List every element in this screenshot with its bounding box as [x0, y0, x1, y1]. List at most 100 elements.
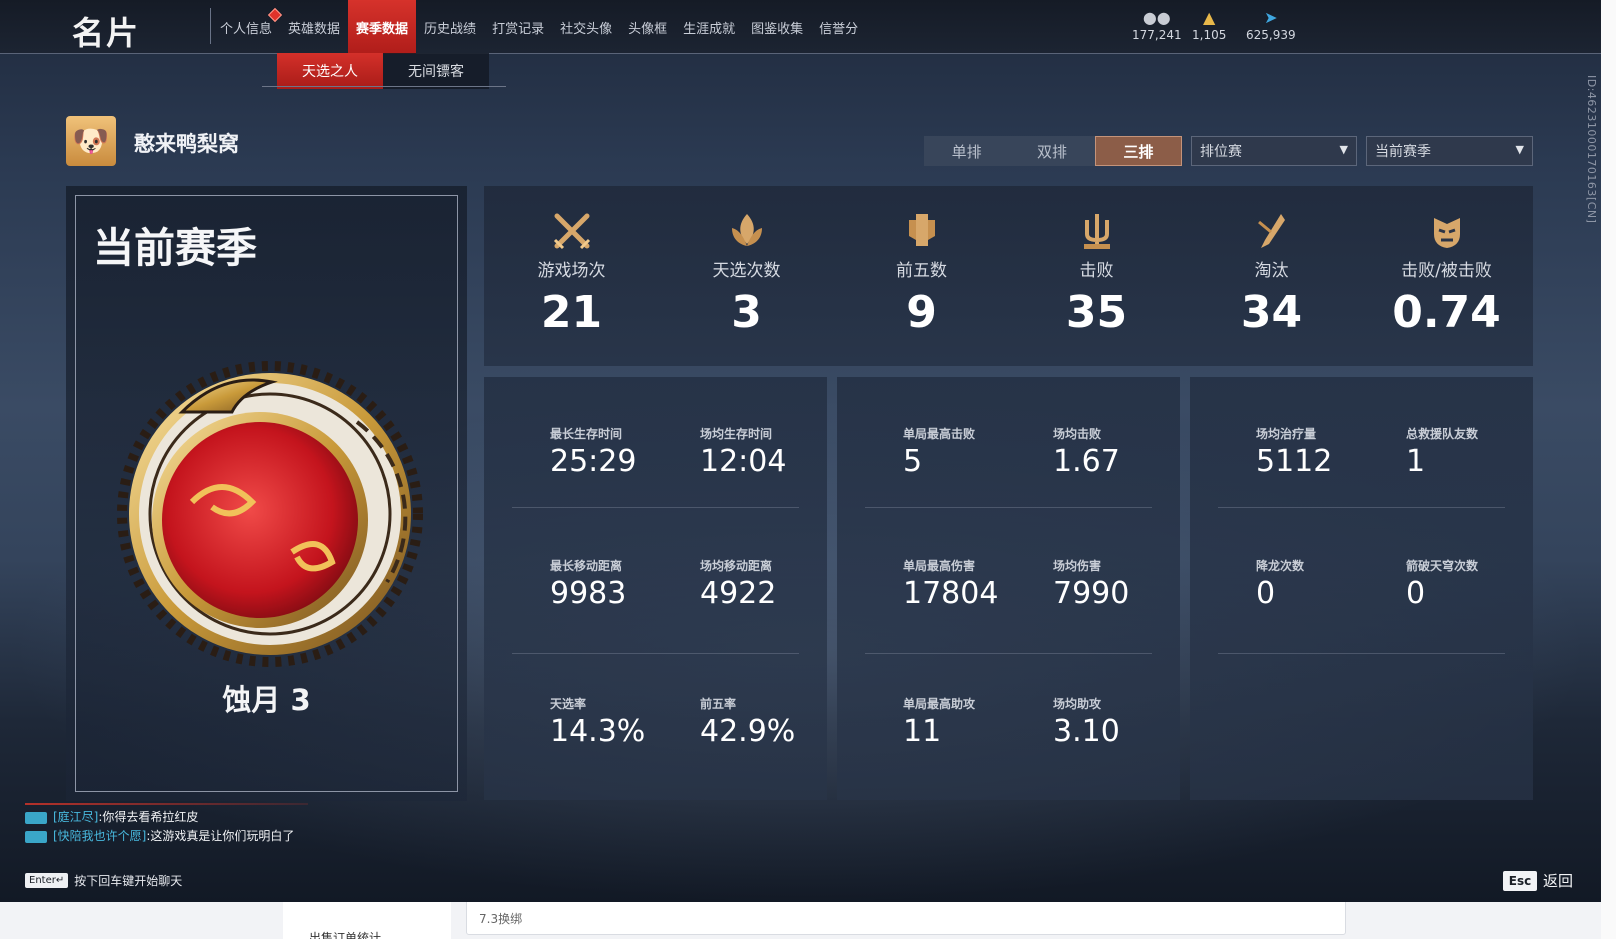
nav-label: 历史战绩 — [424, 21, 477, 37]
subnav-chosen-one[interactable]: 天选之人 — [277, 53, 383, 89]
stat-value: 4922 — [700, 576, 777, 611]
mode-tabs: 单排 双排 三排 — [924, 136, 1182, 166]
stat-longest-survival: 最长生存时间 25:29 — [550, 425, 636, 479]
stat-value: 35 — [1065, 287, 1128, 338]
user-id: ID:46231000170163[CN] — [1585, 75, 1598, 224]
stat-value: 7990 — [1053, 576, 1130, 611]
avatar[interactable]: 🐶 — [66, 116, 116, 166]
stat-value: 34 — [1240, 287, 1303, 338]
esc-key-icon: Esc — [1503, 870, 1537, 891]
nav-item-profile[interactable]: 个人信息 — [212, 0, 283, 54]
divider — [1218, 507, 1505, 508]
match-type-select[interactable]: 排位赛 ▼ — [1191, 136, 1357, 166]
stat-label: 击败 — [1079, 261, 1114, 281]
stat-label: 降龙次数 — [1256, 559, 1305, 573]
stat-total-rescues: 总救援队友数 1 — [1406, 425, 1478, 479]
stat-label: 淘汰 — [1254, 261, 1289, 281]
summary-defeats: 击败 35 — [1009, 210, 1184, 338]
game-window: 名片 个人信息 英雄数据 赛季数据 历史战绩 打赏记录 社交头像 头像框 生涯成… — [0, 0, 1601, 902]
stat-label: 单局最高击败 — [903, 427, 976, 441]
stat-dragon-count: 降龙次数 0 — [1256, 557, 1304, 611]
select-value: 排位赛 — [1200, 144, 1242, 160]
stat-label: 击败/被击败 — [1401, 261, 1492, 281]
stat-avg-damage: 场均伤害 7990 — [1053, 557, 1129, 611]
stat-label: 天选次数 — [712, 261, 781, 281]
stat-max-assists: 单局最高助攻 11 — [903, 695, 975, 749]
tab-label: 单排 — [951, 142, 982, 161]
stat-value: 11 — [903, 714, 942, 749]
broken-blade-icon — [1257, 214, 1285, 248]
nav-item-social-avatar[interactable]: 社交头像 — [552, 0, 620, 54]
season-select[interactable]: 当前赛季 ▼ — [1366, 136, 1533, 166]
stat-label: 场均治疗量 — [1256, 427, 1317, 441]
stat-avg-survival: 场均生存时间 12:04 — [700, 425, 786, 479]
nav-item-credit-score[interactable]: 信誉分 — [811, 0, 866, 54]
tab-solo[interactable]: 单排 — [924, 136, 1009, 166]
stat-label: 最长生存时间 — [550, 427, 623, 441]
feather-icon: ➤ — [1264, 8, 1278, 27]
detail-panel-combat: 单局最高击败 5 场均击败 1.67 单局最高伤害 17804 场均伤害 799… — [837, 377, 1180, 800]
divider — [865, 653, 1152, 654]
chat-message: [快陪我也许个愿]:这游戏真是让你们玩明白了 — [25, 827, 305, 846]
nav-item-collection[interactable]: 图鉴收集 — [743, 0, 811, 54]
stat-avg-healing: 场均治疗量 5112 — [1256, 425, 1332, 479]
sub-nav: 天选之人 无间镖客 — [277, 53, 489, 89]
stat-value: 12:04 — [700, 444, 787, 479]
tab-duo[interactable]: 双排 — [1009, 136, 1094, 166]
stat-label: 场均移动距离 — [700, 559, 773, 573]
divider — [865, 507, 1152, 508]
nav-label: 打赏记录 — [492, 21, 545, 37]
currency-silver: ●● 177,241 — [1132, 8, 1182, 42]
crossed-swords-icon — [553, 213, 590, 250]
stat-value: 0 — [1256, 576, 1276, 611]
tab-trio[interactable]: 三排 — [1094, 136, 1182, 166]
stat-max-kills: 单局最高击败 5 — [903, 425, 975, 479]
stat-label: 天选率 — [550, 697, 587, 711]
stat-value: 14.3% — [550, 714, 646, 749]
chat-sender[interactable]: [庭江尽] — [53, 810, 98, 824]
nav-label: 社交头像 — [560, 21, 613, 37]
chevron-down-icon: ▼ — [1339, 143, 1348, 156]
stat-value: 21 — [540, 287, 603, 338]
page-title: 名片 — [72, 14, 141, 52]
stat-label: 单局最高助攻 — [903, 697, 976, 711]
chat-hint[interactable]: Enter↵ 按下回车键开始聊天 — [25, 872, 182, 889]
stat-value: 0.74 — [1392, 287, 1501, 338]
nav-item-avatar-frame[interactable]: 头像框 — [620, 0, 675, 54]
stat-chosen-rate: 天选率 14.3% — [550, 695, 645, 749]
back-label: 返回 — [1543, 872, 1574, 890]
stat-avg-distance: 场均移动距离 4922 — [700, 557, 776, 611]
nav-item-tips[interactable]: 打赏记录 — [484, 0, 552, 54]
top-bar: 名片 个人信息 英雄数据 赛季数据 历史战绩 打赏记录 社交头像 头像框 生涯成… — [0, 0, 1601, 54]
chat-divider — [25, 803, 308, 805]
back-button[interactable]: Esc 返回 — [1503, 870, 1573, 891]
nav-item-achievements[interactable]: 生涯成就 — [675, 0, 743, 54]
currency-feather: ➤ 625,939 — [1246, 8, 1296, 42]
currency-value: 177,241 — [1132, 28, 1182, 42]
nav-label: 图鉴收集 — [751, 21, 804, 37]
stat-value: 5112 — [1256, 444, 1333, 479]
stat-value: 3 — [731, 287, 762, 338]
nav-item-season-data[interactable]: 赛季数据 — [348, 0, 417, 54]
season-card: 当前赛季 蚀月 3 — [66, 186, 467, 801]
nav-item-match-history[interactable]: 历史战绩 — [416, 0, 484, 54]
team-badge-icon — [25, 830, 47, 843]
stat-label: 场均生存时间 — [700, 427, 773, 441]
title-divider — [210, 8, 211, 44]
chat-message: [庭江尽]:你得去看希拉红皮 — [25, 808, 305, 827]
summary-eliminations: 淘汰 34 — [1184, 210, 1359, 338]
currency-value: 1,105 — [1192, 28, 1227, 42]
summary-top-five: 前五数 9 — [834, 210, 1009, 338]
select-value: 当前赛季 — [1375, 144, 1431, 160]
stat-label: 前五数 — [896, 261, 947, 281]
subnav-wanderer[interactable]: 无间镖客 — [383, 53, 489, 89]
nav-label: 信誉分 — [819, 21, 859, 37]
rank-label: 蚀月 3 — [222, 683, 311, 717]
stat-longest-distance: 最长移动距离 9983 — [550, 557, 626, 611]
currency-value: 625,939 — [1246, 28, 1296, 42]
nav-label: 赛季数据 — [356, 21, 409, 37]
nav-label: 英雄数据 — [288, 21, 341, 37]
nav-item-hero-data[interactable]: 英雄数据 — [280, 0, 348, 54]
dog-face-icon: 🐶 — [72, 123, 110, 159]
chat-sender[interactable]: [快陪我也许个愿] — [53, 829, 146, 843]
